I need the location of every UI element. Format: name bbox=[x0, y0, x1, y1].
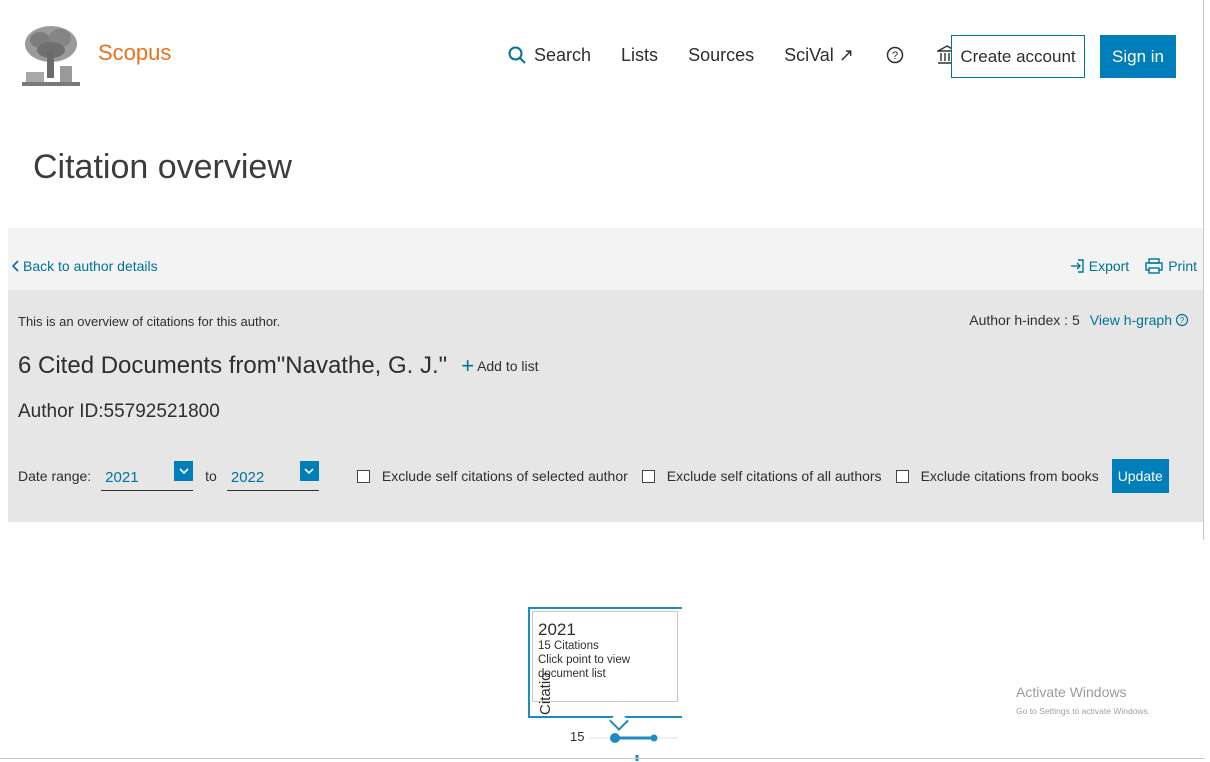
nav-search-label: Search bbox=[534, 44, 592, 65]
exclude-self-all-checkbox[interactable] bbox=[641, 469, 655, 483]
view-h-graph-label: View h-graph bbox=[1089, 312, 1172, 328]
nav-lists-label: Lists bbox=[621, 44, 659, 65]
chevron-down-icon[interactable] bbox=[174, 461, 194, 481]
overview-panel: This is an overview of citations for thi… bbox=[8, 290, 1203, 522]
data-point-2021[interactable] bbox=[610, 733, 620, 743]
nav-lists[interactable]: Lists bbox=[621, 45, 658, 66]
page-title: Citation overview bbox=[33, 148, 292, 186]
add-to-list-button[interactable]: + Add to list bbox=[461, 353, 539, 378]
export-label: Export bbox=[1088, 258, 1130, 274]
export-icon bbox=[1070, 259, 1084, 273]
update-button[interactable]: Update bbox=[1111, 459, 1169, 493]
cited-documents-title: 6 Cited Documents from"Navathe, G. J." +… bbox=[18, 352, 539, 380]
add-to-list-label: Add to list bbox=[477, 358, 539, 374]
help-icon: ? bbox=[886, 46, 904, 64]
chevron-down-icon[interactable] bbox=[299, 461, 319, 481]
tooltip-citations: 15 Citations bbox=[538, 640, 599, 652]
cited-documents-heading: 6 Cited Documents from"Navathe, G. J." bbox=[18, 352, 448, 379]
back-to-author-link[interactable]: Back to author details bbox=[12, 258, 158, 274]
toolbar: Back to author details Export Print bbox=[8, 228, 1203, 290]
from-year-select[interactable]: 2021 bbox=[101, 461, 194, 491]
h-index-label: Author h-index : 5 bbox=[969, 312, 1080, 328]
overview-intro: This is an overview of citations for thi… bbox=[18, 314, 281, 329]
exclude-self-selected-option[interactable]: Exclude self citations of selected autho… bbox=[356, 468, 628, 484]
help-button[interactable]: ? bbox=[884, 44, 906, 66]
date-range-label: Date range: bbox=[18, 468, 92, 484]
to-label: to bbox=[205, 468, 217, 484]
scrollbar-edge bbox=[1203, 0, 1204, 540]
nav-sources-label: Sources bbox=[688, 44, 755, 65]
bottom-divider bbox=[0, 758, 1205, 759]
to-year-select[interactable]: 2022 bbox=[226, 461, 319, 491]
data-point-marker[interactable] bbox=[650, 734, 658, 742]
search-icon bbox=[508, 46, 526, 64]
exclude-books-label: Exclude citations from books bbox=[920, 468, 1099, 484]
exclude-self-selected-label: Exclude self citations of selected autho… bbox=[381, 468, 628, 484]
export-button[interactable]: Export bbox=[1070, 258, 1129, 274]
chevron-left-icon bbox=[12, 260, 19, 272]
activate-windows-title: Activate Windows bbox=[1016, 684, 1127, 700]
print-button[interactable]: Print bbox=[1145, 258, 1197, 274]
print-icon bbox=[1145, 258, 1163, 274]
nav-scival-label: SciVal ↗ bbox=[784, 44, 854, 65]
print-label: Print bbox=[1168, 258, 1197, 274]
sign-in-button[interactable]: Sign in bbox=[1100, 35, 1176, 78]
exclude-books-checkbox[interactable] bbox=[895, 469, 909, 483]
filters-row: Date range: 2021 to 2022 Exclude self ci… bbox=[18, 458, 1169, 494]
activate-windows-subtitle: Go to Settings to activate Windows. bbox=[1016, 706, 1151, 716]
y-tick-label: 15 bbox=[570, 729, 585, 744]
tooltip-hint: Click point to view document list bbox=[538, 654, 631, 680]
exclude-books-option[interactable]: Exclude citations from books bbox=[895, 468, 1099, 484]
plus-icon: + bbox=[461, 353, 475, 378]
view-h-graph-link[interactable]: View h-graph ? bbox=[1090, 312, 1189, 328]
exclude-self-selected-checkbox[interactable] bbox=[356, 469, 370, 483]
back-link-label: Back to author details bbox=[23, 258, 158, 274]
elsevier-logo-icon[interactable] bbox=[20, 22, 82, 88]
y-axis-label: Citatio bbox=[537, 672, 554, 715]
exclude-self-all-label: Exclude self citations of all authors bbox=[666, 468, 882, 484]
nav-scival[interactable]: SciVal ↗ bbox=[784, 45, 854, 66]
nav-sources[interactable]: Sources bbox=[688, 45, 754, 66]
svg-text:?: ? bbox=[1180, 316, 1185, 325]
h-index-area: Author h-index : 5 View h-graph ? bbox=[969, 312, 1189, 328]
scopus-brand[interactable]: Scopus bbox=[98, 40, 171, 66]
help-icon: ? bbox=[1175, 313, 1189, 327]
exclude-self-all-option[interactable]: Exclude self citations of all authors bbox=[641, 468, 882, 484]
svg-text:?: ? bbox=[892, 50, 898, 62]
top-header: Scopus Search Lists Sources SciVal ↗ ? C… bbox=[0, 0, 1210, 110]
nav-search[interactable]: Search bbox=[508, 45, 591, 66]
citations-line-chart[interactable] bbox=[590, 725, 680, 761]
create-account-button[interactable]: Create account bbox=[951, 35, 1085, 78]
author-id: Author ID:55792521800 bbox=[18, 401, 220, 422]
toolbar-actions: Export Print bbox=[1054, 258, 1197, 274]
tooltip-year: 2021 bbox=[538, 620, 576, 639]
main-nav: Search Lists Sources SciVal ↗ ? bbox=[508, 44, 988, 66]
